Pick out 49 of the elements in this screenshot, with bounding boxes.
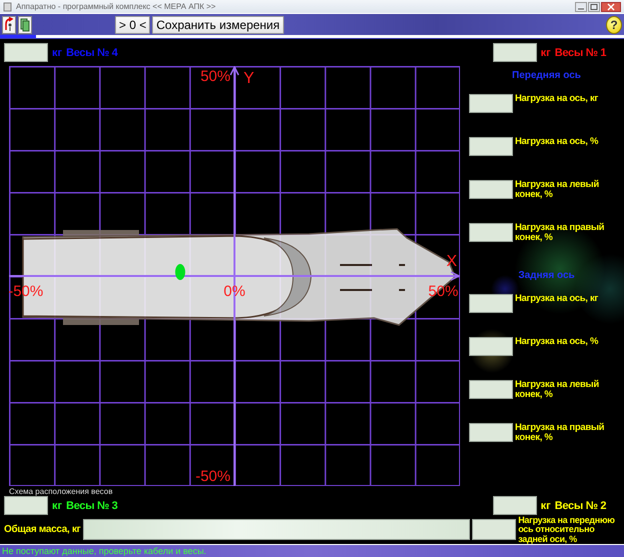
- input-field[interactable]: [469, 180, 513, 200]
- total-mass-field[interactable]: [82, 519, 470, 540]
- maximize-icon[interactable]: [588, 2, 600, 12]
- input-field[interactable]: [469, 337, 513, 356]
- documents-icon[interactable]: [18, 16, 32, 34]
- close-icon[interactable]: [601, 2, 621, 12]
- input-field[interactable]: [4, 43, 48, 62]
- zero-button[interactable]: > 0 <: [115, 16, 150, 34]
- diagram-caption: Схема расположения весов: [9, 487, 113, 496]
- scale-label: Весы № 3: [66, 500, 118, 512]
- unit-label: кг: [52, 500, 62, 512]
- input-field[interactable]: [469, 137, 513, 156]
- field-label: Нагрузка на левый конек, %: [515, 180, 600, 200]
- unit-label: кг: [540, 46, 551, 59]
- y-axis-label: Y: [244, 70, 254, 88]
- x-axis-label: X: [446, 253, 457, 270]
- total-mass-label: Общая масса, кг: [4, 524, 81, 536]
- scale-label: Весы № 2: [554, 500, 606, 512]
- field-label: Нагрузка на правый конек, %: [515, 223, 606, 244]
- field-label: Нагрузка на ось, %: [515, 137, 600, 148]
- input-field[interactable]: [469, 294, 513, 314]
- help-button[interactable]: ?: [606, 16, 622, 34]
- input-field[interactable]: [469, 423, 513, 442]
- axle-title: Задняя ось: [518, 269, 575, 284]
- field-label: Нагрузка на ось, %: [515, 337, 600, 348]
- scale-label: Весы № 4: [66, 46, 118, 59]
- y-tick-label: 50%: [200, 68, 230, 86]
- scale-label: Весы № 1: [554, 46, 606, 59]
- input-field[interactable]: [469, 380, 513, 400]
- y-tick-label: -50%: [195, 468, 230, 486]
- field-label: Нагрузка на ось, кг: [515, 294, 600, 304]
- field-label: Нагрузка на правый конек, %: [515, 423, 606, 444]
- window-title: Аппаратно - программный комплекс << МЕРА АПК >>: [16, 2, 216, 12]
- field-label: Нагрузка на ось, кг: [515, 94, 600, 104]
- unit-label: кг: [540, 500, 551, 512]
- ratio-field[interactable]: [472, 519, 516, 540]
- input-field[interactable]: [492, 43, 537, 62]
- minimize-icon[interactable]: [575, 2, 587, 12]
- unit-label: кг: [52, 46, 62, 59]
- app-icon: [3, 2, 12, 12]
- status-message: Не поступают данные, проверьте кабели и весы.: [2, 546, 206, 556]
- ratio-label: Нагрузка на переднюю ось относительно задней оси, %: [518, 516, 616, 544]
- input-field[interactable]: [469, 94, 513, 114]
- input-field[interactable]: [492, 496, 537, 516]
- save-measurements-button[interactable]: Сохранить измерения: [152, 16, 284, 34]
- input-field[interactable]: [469, 223, 513, 242]
- axle-title: Передняя ось: [512, 69, 581, 84]
- input-field[interactable]: [4, 496, 48, 516]
- field-label: Нагрузка на левый конек, %: [515, 380, 600, 400]
